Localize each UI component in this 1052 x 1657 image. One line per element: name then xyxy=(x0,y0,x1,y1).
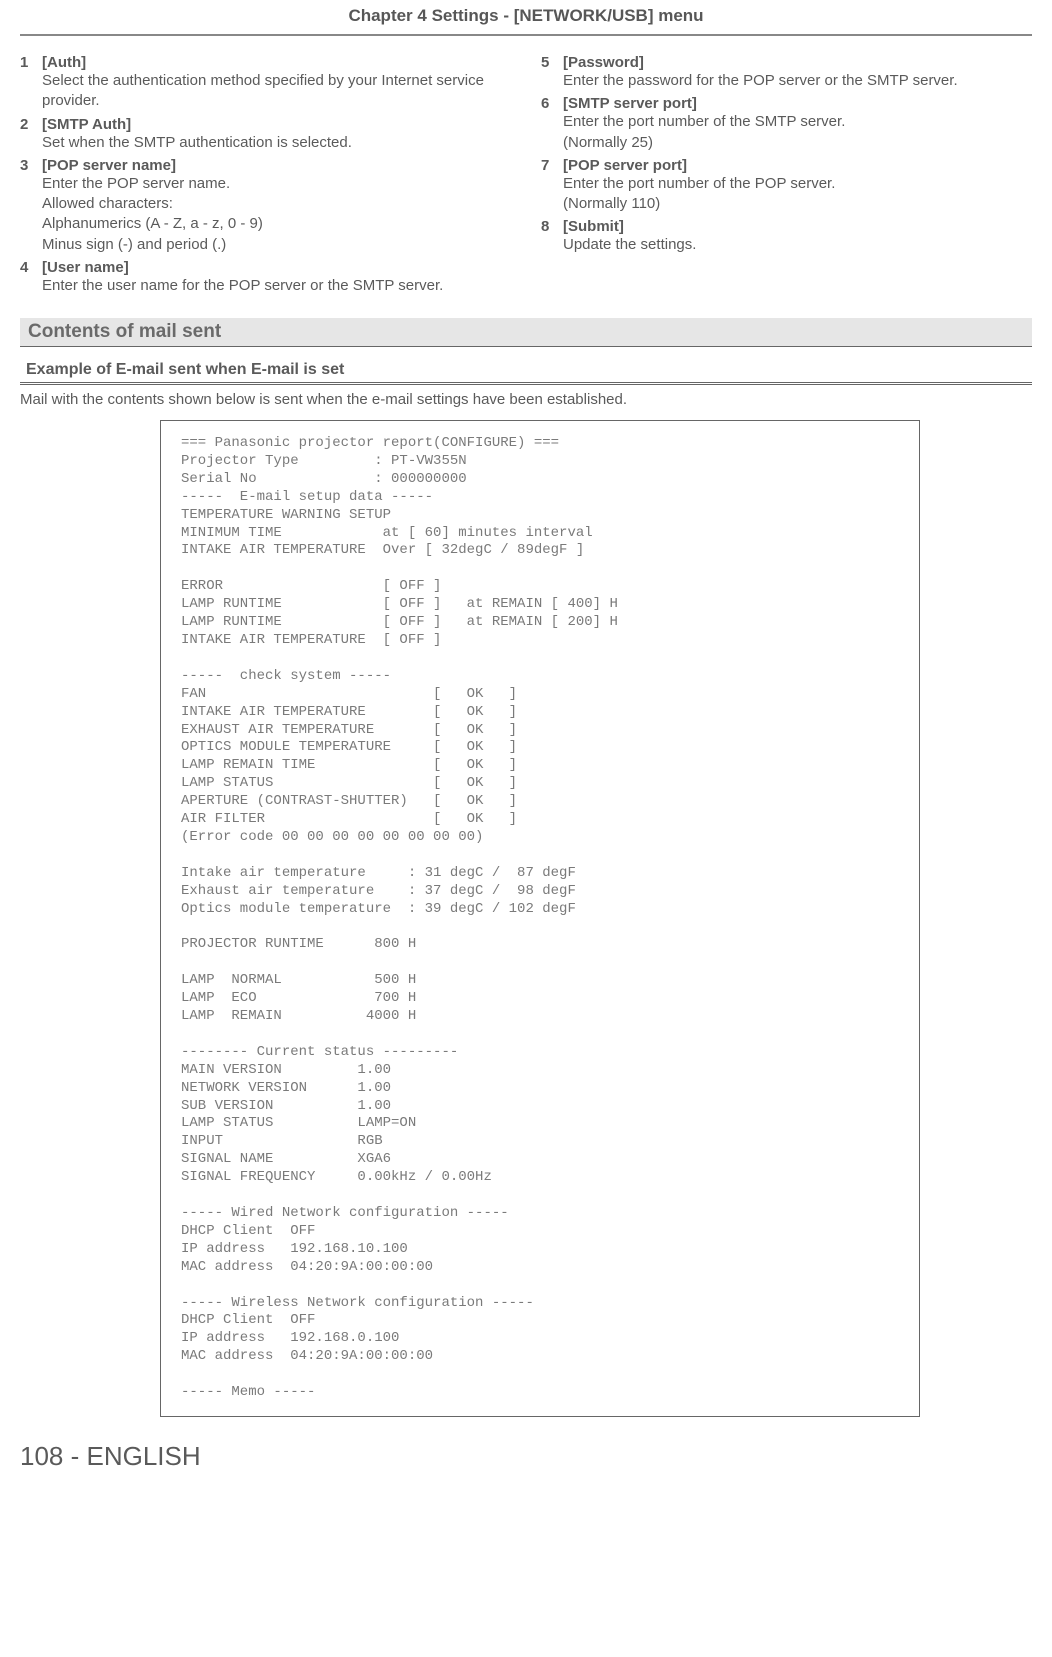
item-title: [Submit] xyxy=(563,218,1032,235)
item-title: [SMTP server port] xyxy=(563,95,1032,112)
item-body: [POP server name]Enter the POP server na… xyxy=(42,157,511,255)
lead-text: Mail with the contents shown below is se… xyxy=(20,391,1032,408)
email-body-box: === Panasonic projector report(CONFIGURE… xyxy=(160,420,920,1417)
item-body: [Submit]Update the settings. xyxy=(563,218,1032,255)
item-description: Enter the port number of the POP server.… xyxy=(563,174,1032,215)
right-column: 5[Password]Enter the password for the PO… xyxy=(541,54,1032,300)
item-number: 3 xyxy=(20,157,42,255)
item-body: [Password]Enter the password for the POP… xyxy=(563,54,1032,91)
item-description: Enter the user name for the POP server o… xyxy=(42,276,511,296)
item-number: 5 xyxy=(541,54,563,91)
definition-item: 7[POP server port]Enter the port number … xyxy=(541,157,1032,215)
item-number: 8 xyxy=(541,218,563,255)
item-number: 4 xyxy=(20,259,42,296)
item-body: [SMTP Auth]Set when the SMTP authenticat… xyxy=(42,116,511,153)
section-heading: Contents of mail sent xyxy=(20,318,1032,347)
definition-columns: 1[Auth]Select the authentication method … xyxy=(20,54,1032,300)
item-title: [POP server name] xyxy=(42,157,511,174)
definition-item: 1[Auth]Select the authentication method … xyxy=(20,54,511,112)
left-column: 1[Auth]Select the authentication method … xyxy=(20,54,511,300)
item-description: Enter the POP server name. Allowed chara… xyxy=(42,174,511,255)
item-body: [SMTP server port]Enter the port number … xyxy=(563,95,1032,153)
item-description: Update the settings. xyxy=(563,235,1032,255)
item-number: 7 xyxy=(541,157,563,215)
definition-item: 6[SMTP server port]Enter the port number… xyxy=(541,95,1032,153)
item-description: Select the authentication method specifi… xyxy=(42,71,511,112)
item-body: [User name]Enter the user name for the P… xyxy=(42,259,511,296)
definition-item: 4[User name]Enter the user name for the … xyxy=(20,259,511,296)
definition-item: 8[Submit]Update the settings. xyxy=(541,218,1032,255)
item-body: [POP server port]Enter the port number o… xyxy=(563,157,1032,215)
item-number: 2 xyxy=(20,116,42,153)
item-body: [Auth]Select the authentication method s… xyxy=(42,54,511,112)
item-description: Enter the password for the POP server or… xyxy=(563,71,1032,91)
page-footer: 108 - ENGLISH xyxy=(20,1441,1032,1472)
item-title: [Auth] xyxy=(42,54,511,71)
definition-item: 3[POP server name]Enter the POP server n… xyxy=(20,157,511,255)
item-title: [Password] xyxy=(563,54,1032,71)
definition-item: 5[Password]Enter the password for the PO… xyxy=(541,54,1032,91)
subsection-heading: Example of E-mail sent when E-mail is se… xyxy=(20,357,1032,385)
chapter-title: Chapter 4 Settings - [NETWORK/USB] menu xyxy=(20,0,1032,36)
item-title: [SMTP Auth] xyxy=(42,116,511,133)
definition-item: 2[SMTP Auth]Set when the SMTP authentica… xyxy=(20,116,511,153)
item-title: [POP server port] xyxy=(563,157,1032,174)
item-title: [User name] xyxy=(42,259,511,276)
item-number: 6 xyxy=(541,95,563,153)
item-number: 1 xyxy=(20,54,42,112)
item-description: Set when the SMTP authentication is sele… xyxy=(42,133,511,153)
item-description: Enter the port number of the SMTP server… xyxy=(563,112,1032,153)
